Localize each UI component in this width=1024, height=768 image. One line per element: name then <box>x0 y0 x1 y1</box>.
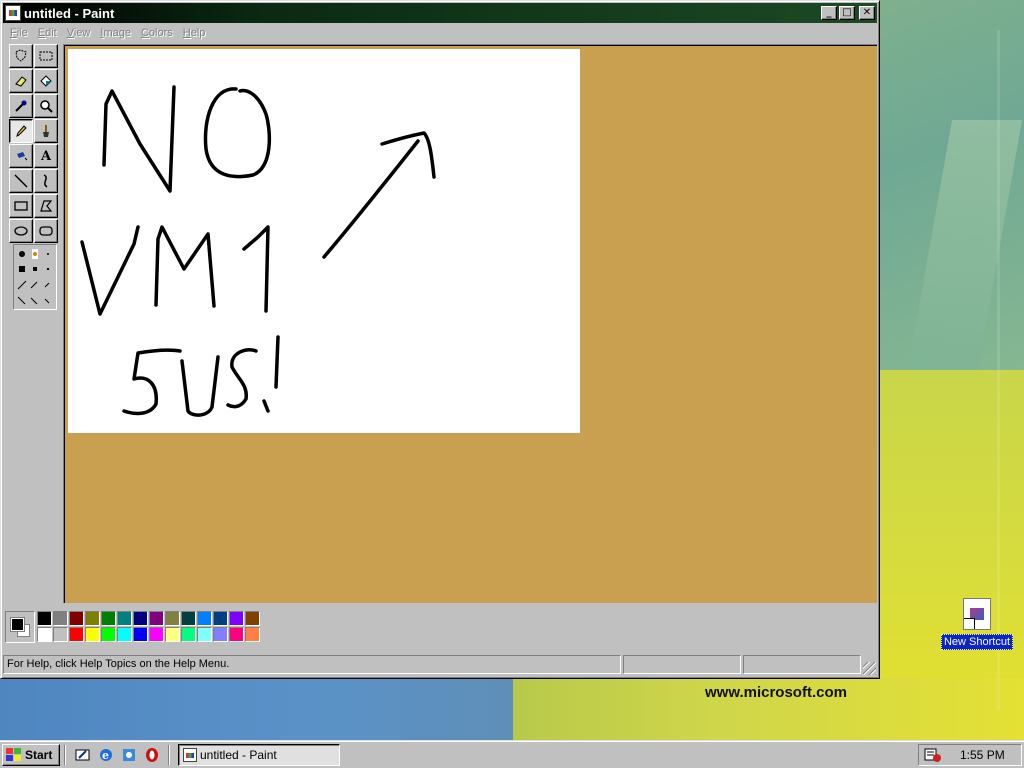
menu-file[interactable]: File <box>7 27 35 39</box>
menu-colors[interactable]: Colors <box>138 27 180 39</box>
pencil-icon[interactable] <box>9 119 33 143</box>
paint-app-icon <box>183 748 197 762</box>
channels-icon[interactable] <box>120 746 138 764</box>
svg-text:e: e <box>102 749 109 762</box>
taskbar-button-paint[interactable]: untitled - Paint <box>178 744 340 766</box>
color-swatch[interactable] <box>165 627 180 642</box>
polygon-icon[interactable] <box>34 194 58 218</box>
paint-window: untitled - Paint _ □ ✕ File Edit View Im… <box>0 0 880 679</box>
pick-color-icon[interactable] <box>9 94 33 118</box>
menu-bar: File Edit View Image Colors Help <box>3 24 877 42</box>
canvas-workspace[interactable] <box>63 44 877 603</box>
window-title: untitled - Paint <box>24 5 115 21</box>
maximize-button[interactable]: □ <box>839 6 855 20</box>
menu-help[interactable]: Help <box>180 27 213 39</box>
color-swatch[interactable] <box>229 611 244 626</box>
select-icon[interactable] <box>34 44 58 68</box>
desktop-icon-new-shortcut[interactable]: New Shortcut <box>940 598 1014 650</box>
color-swatch[interactable] <box>213 627 228 642</box>
close-button[interactable]: ✕ <box>859 6 875 20</box>
color-swatch[interactable] <box>37 627 52 642</box>
current-colors[interactable] <box>5 611 35 643</box>
color-palette <box>5 609 265 645</box>
color-swatch[interactable] <box>245 627 260 642</box>
color-swatch[interactable] <box>85 627 100 642</box>
line-icon[interactable] <box>9 169 33 193</box>
ellipse-icon[interactable] <box>9 219 33 243</box>
eraser-icon[interactable] <box>9 69 33 93</box>
start-label: Start <box>25 748 53 762</box>
opera-icon[interactable] <box>143 746 161 764</box>
taskbar-separator <box>64 745 66 765</box>
text-icon[interactable]: A <box>34 144 58 168</box>
menu-view[interactable]: View <box>64 27 98 39</box>
tool-options-panel[interactable] <box>13 244 57 310</box>
color-swatch[interactable] <box>37 611 52 626</box>
internet-explorer-icon[interactable]: e <box>97 746 115 764</box>
wallpaper-blue-strip <box>0 678 513 740</box>
rectangle-icon[interactable] <box>9 194 33 218</box>
shortcut-icon <box>963 598 991 630</box>
title-bar[interactable]: untitled - Paint _ □ ✕ <box>3 3 877 23</box>
foreground-color-swatch <box>11 618 24 631</box>
resize-grip[interactable] <box>863 662 876 675</box>
status-selection-size <box>743 655 861 674</box>
show-desktop-icon[interactable] <box>74 746 92 764</box>
color-swatch[interactable] <box>101 627 116 642</box>
airbrush-icon[interactable] <box>9 144 33 168</box>
color-swatch[interactable] <box>101 611 116 626</box>
paint-app-icon[interactable] <box>5 5 21 21</box>
color-swatch[interactable] <box>69 611 84 626</box>
color-swatch[interactable] <box>197 611 212 626</box>
brush-icon[interactable] <box>34 119 58 143</box>
toolbox: A <box>9 44 61 314</box>
windows-logo-icon <box>6 748 22 762</box>
status-help-text: For Help, click Help Topics on the Help … <box>3 655 621 674</box>
minimize-button[interactable]: _ <box>821 6 837 20</box>
color-swatch[interactable] <box>197 627 212 642</box>
color-swatch[interactable] <box>53 627 68 642</box>
color-swatch[interactable] <box>133 627 148 642</box>
taskbar-button-label: untitled - Paint <box>200 748 277 762</box>
free-form-select-icon[interactable] <box>9 44 33 68</box>
color-swatch[interactable] <box>213 611 228 626</box>
taskbar-separator <box>168 745 170 765</box>
menu-edit[interactable]: Edit <box>35 27 64 39</box>
color-swatch[interactable] <box>69 627 84 642</box>
color-swatch[interactable] <box>117 627 132 642</box>
curve-icon[interactable] <box>34 169 58 193</box>
taskbar: Start e untitled - Paint 1:55 PM <box>0 740 1024 768</box>
wallpaper-url-text: www.microsoft.com <box>705 684 847 701</box>
color-swatch[interactable] <box>53 611 68 626</box>
magnifier-icon[interactable] <box>34 94 58 118</box>
color-swatch[interactable] <box>181 627 196 642</box>
color-swatch[interactable] <box>229 627 244 642</box>
status-coordinates <box>623 655 741 674</box>
color-swatch[interactable] <box>181 611 196 626</box>
desktop-icon-label: New Shortcut <box>940 634 1014 650</box>
color-swatch[interactable] <box>117 611 132 626</box>
drawing-canvas[interactable] <box>68 49 580 433</box>
color-swatch[interactable] <box>165 611 180 626</box>
menu-image[interactable]: Image <box>97 27 138 39</box>
fill-bucket-icon[interactable] <box>34 69 58 93</box>
color-swatch[interactable] <box>149 627 164 642</box>
status-bar: For Help, click Help Topics on the Help … <box>3 654 877 676</box>
drawing-canvas-strokes <box>80 85 436 417</box>
start-button[interactable]: Start <box>2 744 60 766</box>
scheduler-icon[interactable] <box>924 747 942 763</box>
rounded-rectangle-icon[interactable] <box>34 219 58 243</box>
color-swatch[interactable] <box>133 611 148 626</box>
system-tray: 1:55 PM <box>918 744 1022 766</box>
color-swatch[interactable] <box>85 611 100 626</box>
color-swatch[interactable] <box>245 611 260 626</box>
clock[interactable]: 1:55 PM <box>960 748 1005 762</box>
color-swatch[interactable] <box>149 611 164 626</box>
